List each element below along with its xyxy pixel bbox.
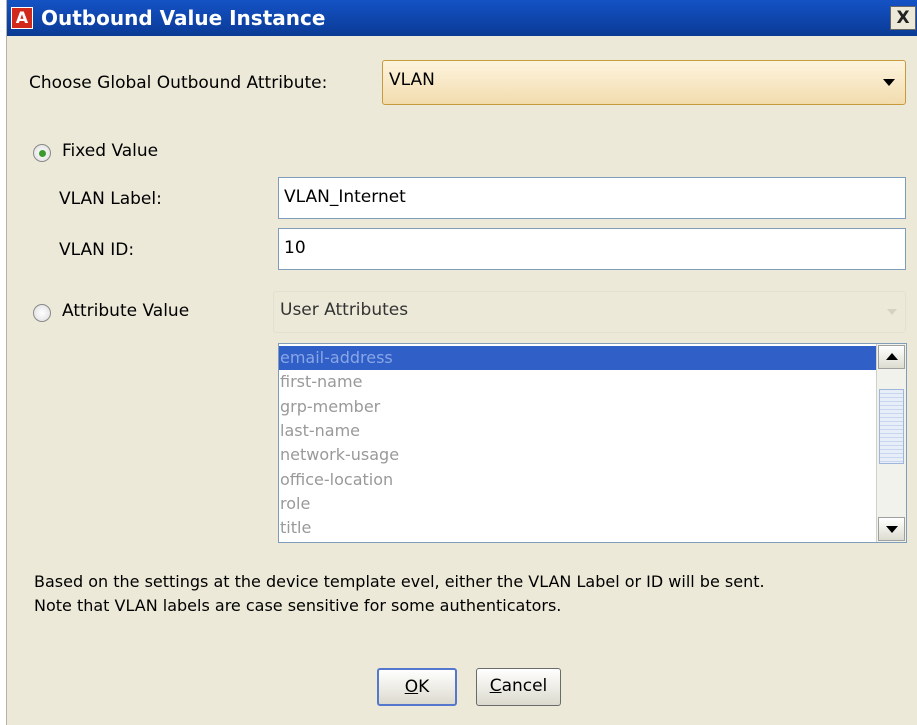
fixed-value-radio[interactable] <box>33 144 51 162</box>
vlan-label-field[interactable]: VLAN_Internet <box>278 177 906 219</box>
title-bar[interactable]: A Outbound Value Instance X <box>7 0 917 36</box>
info-line-1: Based on the settings at the device temp… <box>34 572 765 591</box>
vlan-id-field[interactable]: 10 <box>278 228 906 270</box>
arrow-down-icon <box>886 526 898 533</box>
ok-mnemonic: O <box>404 677 419 697</box>
dialog-title: Outbound Value Instance <box>41 6 326 30</box>
list-item[interactable]: first-name <box>279 370 362 394</box>
dialog-window: A Outbound Value Instance X Choose Globa… <box>6 0 917 725</box>
vlan-label-label: VLAN Label: <box>59 189 162 209</box>
attribute-source-dropdown[interactable]: User Attributes <box>273 291 906 333</box>
cancel-label-rest: ancel <box>501 676 548 696</box>
vlan-id-value: 10 <box>284 238 306 258</box>
arrow-up-icon <box>886 353 898 360</box>
attribute-value-radio[interactable] <box>33 304 51 322</box>
chevron-down-icon <box>883 79 895 86</box>
ok-button[interactable]: OK <box>377 668 457 706</box>
global-attribute-label: Choose Global Outbound Attribute: <box>29 73 328 93</box>
list-item[interactable]: last-name <box>279 419 360 443</box>
list-item[interactable]: role <box>279 492 310 516</box>
app-icon: A <box>11 7 33 29</box>
list-item[interactable]: grp-member <box>279 395 380 419</box>
list-item[interactable]: title <box>279 516 311 540</box>
info-line-2: Note that VLAN labels are case sensitive… <box>34 596 562 615</box>
vlan-label-value: VLAN_Internet <box>284 187 406 207</box>
attribute-value-label[interactable]: Attribute Value <box>62 301 189 321</box>
global-attribute-dropdown[interactable]: VLAN <box>382 60 906 105</box>
attribute-listbox[interactable]: email-address first-name grp-member last-na… <box>278 343 907 543</box>
info-text: Based on the settings at the device temp… <box>34 570 765 618</box>
attribute-source-value: User Attributes <box>280 300 409 320</box>
radio-selected-dot <box>39 150 46 157</box>
cancel-button[interactable]: Cancel <box>476 668 561 706</box>
scroll-down-button[interactable] <box>878 517 905 541</box>
list-item[interactable]: email-address <box>279 346 876 370</box>
fixed-value-label[interactable]: Fixed Value <box>62 141 158 161</box>
vlan-id-label: VLAN ID: <box>59 240 135 260</box>
chevron-down-icon <box>887 309 897 315</box>
global-attribute-value: VLAN <box>389 70 435 90</box>
scroll-up-button[interactable] <box>878 345 905 369</box>
scroll-thumb[interactable] <box>879 389 904 464</box>
list-item[interactable]: network-usage <box>279 443 399 467</box>
cancel-mnemonic: C <box>489 676 502 696</box>
list-item[interactable]: office-location <box>279 468 393 492</box>
close-button[interactable]: X <box>890 6 916 30</box>
close-icon: X <box>896 8 910 28</box>
ok-label-rest: K <box>418 677 430 697</box>
vertical-scrollbar[interactable] <box>876 344 906 542</box>
